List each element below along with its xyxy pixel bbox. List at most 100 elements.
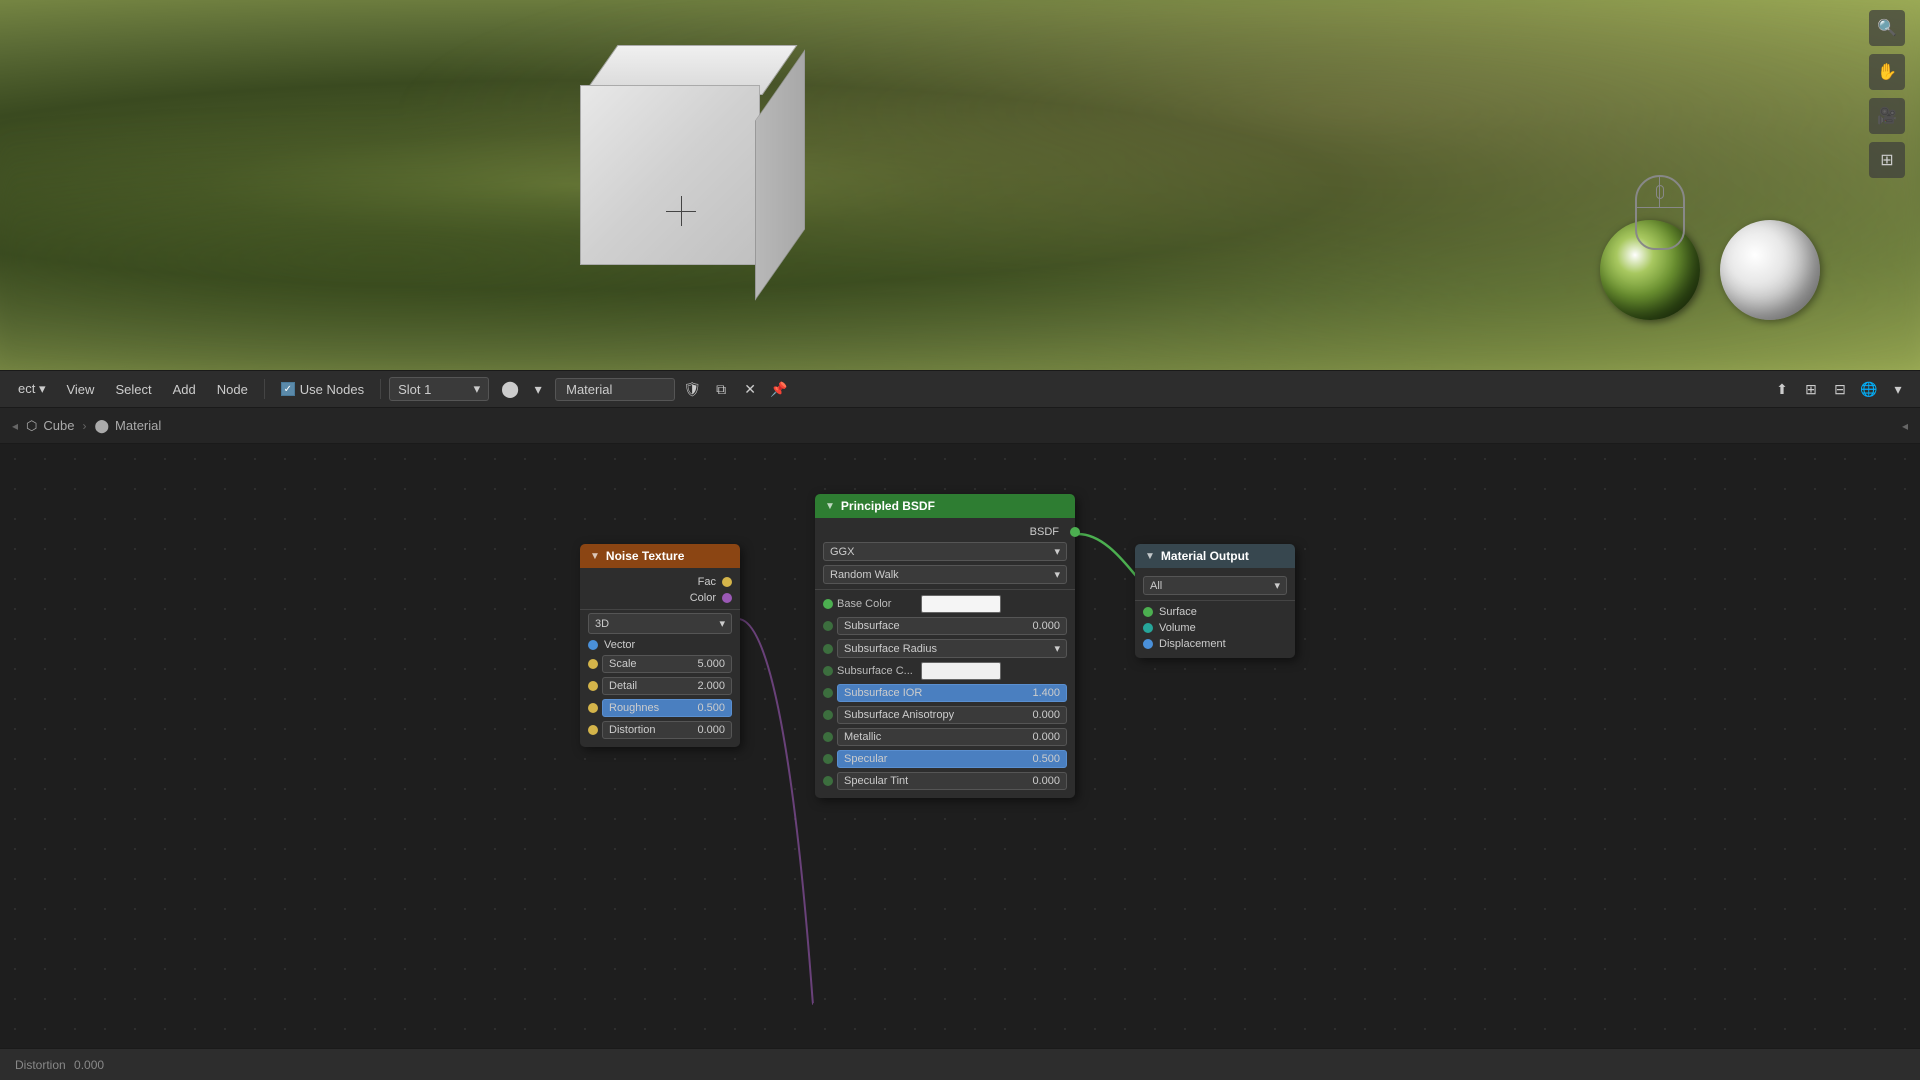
subsurface-color-swatch[interactable] xyxy=(921,662,1001,680)
slot-dropdown[interactable]: Slot 1 ▾ xyxy=(389,377,489,401)
dimension-dropdown[interactable]: 3D ▾ xyxy=(588,613,732,634)
grid-icon[interactable]: ⊞ xyxy=(1869,142,1905,178)
metallic-field[interactable]: Metallic 0.000 xyxy=(837,728,1067,746)
detail-socket[interactable] xyxy=(588,681,598,691)
menu-node[interactable]: Node xyxy=(209,378,256,401)
hand-icon[interactable]: ✋ xyxy=(1869,54,1905,90)
specular-row: Specular 0.500 xyxy=(815,748,1075,770)
metallic-socket[interactable] xyxy=(823,732,833,742)
camera-icon[interactable]: 🎥 xyxy=(1869,98,1905,134)
subsurface-radius-label: Subsurface Radius xyxy=(844,643,937,655)
bsdf-socket[interactable] xyxy=(1070,527,1080,537)
noise-scale-row: Scale 5.000 xyxy=(580,653,740,675)
bsdf-output-label: BSDF xyxy=(1030,526,1059,538)
menu-more-btn[interactable]: ▾ xyxy=(1886,377,1910,401)
roughness-field[interactable]: Roughnes 0.500 xyxy=(602,699,732,717)
displacement-row: Displacement xyxy=(1135,636,1295,652)
material-type-btn[interactable]: ▾ xyxy=(526,377,550,401)
distribution-dropdown[interactable]: GGX ▾ xyxy=(823,542,1067,561)
volume-row: Volume xyxy=(1135,620,1295,636)
subsurface-ior-socket[interactable] xyxy=(823,688,833,698)
node-editor[interactable]: ▼ Noise Texture Fac Color 3D ▾ Vector xyxy=(0,444,1920,1080)
distortion-status-value: 0.000 xyxy=(74,1058,104,1072)
matout-body: All ▾ Surface Volume Displacement xyxy=(1135,568,1295,658)
subsurface-method-value: Random Walk xyxy=(830,569,899,581)
zoom-icon[interactable]: 🔍 xyxy=(1869,10,1905,46)
fac-socket[interactable] xyxy=(722,577,732,587)
subsurface-ior-label: Subsurface IOR xyxy=(844,687,922,699)
menu-add[interactable]: Add xyxy=(165,378,204,401)
subsurface-aniso-field[interactable]: Subsurface Anisotropy 0.000 xyxy=(837,706,1067,724)
use-nodes-toggle[interactable]: ✓ Use Nodes xyxy=(273,378,372,401)
material-output-node[interactable]: ▼ Material Output All ▾ Surface Volume xyxy=(1135,544,1295,658)
sphere-icon-btn[interactable]: ⬤ xyxy=(498,377,522,401)
globe-icon[interactable]: 🌐 xyxy=(1857,377,1881,401)
subsurface-ior-field[interactable]: Subsurface IOR 1.400 xyxy=(837,684,1067,702)
distortion-status-label: Distortion xyxy=(15,1058,66,1072)
dimension-value: 3D xyxy=(595,618,609,630)
breadcrumb-bar: ◂ ⬡ Cube › ⬤ Material ◂ xyxy=(0,408,1920,444)
specular-tint-field[interactable]: Specular Tint 0.000 xyxy=(837,772,1067,790)
use-nodes-checkbox[interactable]: ✓ xyxy=(281,382,295,396)
subsurface-color-label: Subsurface C... xyxy=(837,665,917,677)
close-icon[interactable]: ✕ xyxy=(738,377,762,401)
pin-icon[interactable]: 📌 xyxy=(767,377,791,401)
scale-field[interactable]: Scale 5.000 xyxy=(602,655,732,673)
volume-socket[interactable] xyxy=(1143,623,1153,633)
principled-bsdf-node[interactable]: ▼ Principled BSDF BSDF GGX ▾ Random Walk… xyxy=(815,494,1075,798)
specular-field[interactable]: Specular 0.500 xyxy=(837,750,1067,768)
material-icon: ⬤ xyxy=(94,418,109,434)
subsurface-radius-dropdown[interactable]: Subsurface Radius ▾ xyxy=(837,639,1067,658)
subsurface-radius-socket[interactable] xyxy=(823,644,833,654)
breadcrumb-cube[interactable]: ⬡ Cube xyxy=(26,418,74,434)
3d-viewport[interactable]: 🔍 ✋ 🎥 ⊞ xyxy=(0,0,1920,370)
menu-sep-2 xyxy=(380,379,381,399)
pbsdf-collapse-arrow[interactable]: ▼ xyxy=(825,501,835,512)
subsurface-aniso-socket[interactable] xyxy=(823,710,833,720)
noise-texture-node[interactable]: ▼ Noise Texture Fac Color 3D ▾ Vector xyxy=(580,544,740,747)
base-color-swatch[interactable] xyxy=(921,595,1001,613)
material-sphere xyxy=(1720,220,1820,320)
subsurface-method-dropdown[interactable]: Random Walk ▾ xyxy=(823,565,1067,584)
layout2-icon[interactable]: ⊟ xyxy=(1828,377,1852,401)
surface-socket[interactable] xyxy=(1143,607,1153,617)
distortion-socket[interactable] xyxy=(588,725,598,735)
detail-field[interactable]: Detail 2.000 xyxy=(602,677,732,695)
right-panel-toggle[interactable]: ◂ xyxy=(1902,419,1908,433)
menu-select[interactable]: Select xyxy=(107,378,159,401)
breadcrumb-material[interactable]: ⬤ Material xyxy=(94,418,161,434)
noise-detail-row: Detail 2.000 xyxy=(580,675,740,697)
subsurface-ior-value: 1.400 xyxy=(1032,687,1060,699)
color-socket[interactable] xyxy=(722,593,732,603)
roughness-socket[interactable] xyxy=(588,703,598,713)
displacement-socket[interactable] xyxy=(1143,639,1153,649)
shield-icon[interactable]: 🛡 xyxy=(680,377,704,401)
use-nodes-label: Use Nodes xyxy=(300,382,364,397)
noise-texture-header: ▼ Noise Texture xyxy=(580,544,740,568)
specular-tint-label: Specular Tint xyxy=(844,775,908,787)
material-name-field[interactable]: Material xyxy=(555,378,675,401)
subsurface-field[interactable]: Subsurface 0.000 xyxy=(837,617,1067,635)
vector-socket[interactable] xyxy=(588,640,598,650)
subsurface-color-socket[interactable] xyxy=(823,666,833,676)
noise-collapse-arrow[interactable]: ▼ xyxy=(590,551,600,562)
specular-tint-socket[interactable] xyxy=(823,776,833,786)
detail-label: Detail xyxy=(609,680,637,692)
specular-socket[interactable] xyxy=(823,754,833,764)
matout-collapse-arrow[interactable]: ▼ xyxy=(1145,551,1155,562)
subsurface-socket[interactable] xyxy=(823,621,833,631)
distortion-field[interactable]: Distortion 0.000 xyxy=(602,721,732,739)
scale-socket[interactable] xyxy=(588,659,598,669)
upload-icon[interactable]: ⬆ xyxy=(1770,377,1794,401)
roughness-label: Roughnes xyxy=(609,702,659,714)
copy-icon[interactable]: ⧉ xyxy=(709,377,733,401)
layout-icon[interactable]: ⊞ xyxy=(1799,377,1823,401)
matout-target-row: All ▾ xyxy=(1135,574,1295,597)
menu-ect[interactable]: ect ▾ xyxy=(10,377,53,401)
base-color-socket[interactable] xyxy=(823,599,833,609)
menu-view[interactable]: View xyxy=(58,378,102,401)
noise-output-fac: Fac xyxy=(580,574,740,590)
base-color-row: Base Color xyxy=(815,593,1075,615)
matout-target-dropdown[interactable]: All ▾ xyxy=(1143,576,1287,595)
specular-value: 0.500 xyxy=(1032,753,1060,765)
